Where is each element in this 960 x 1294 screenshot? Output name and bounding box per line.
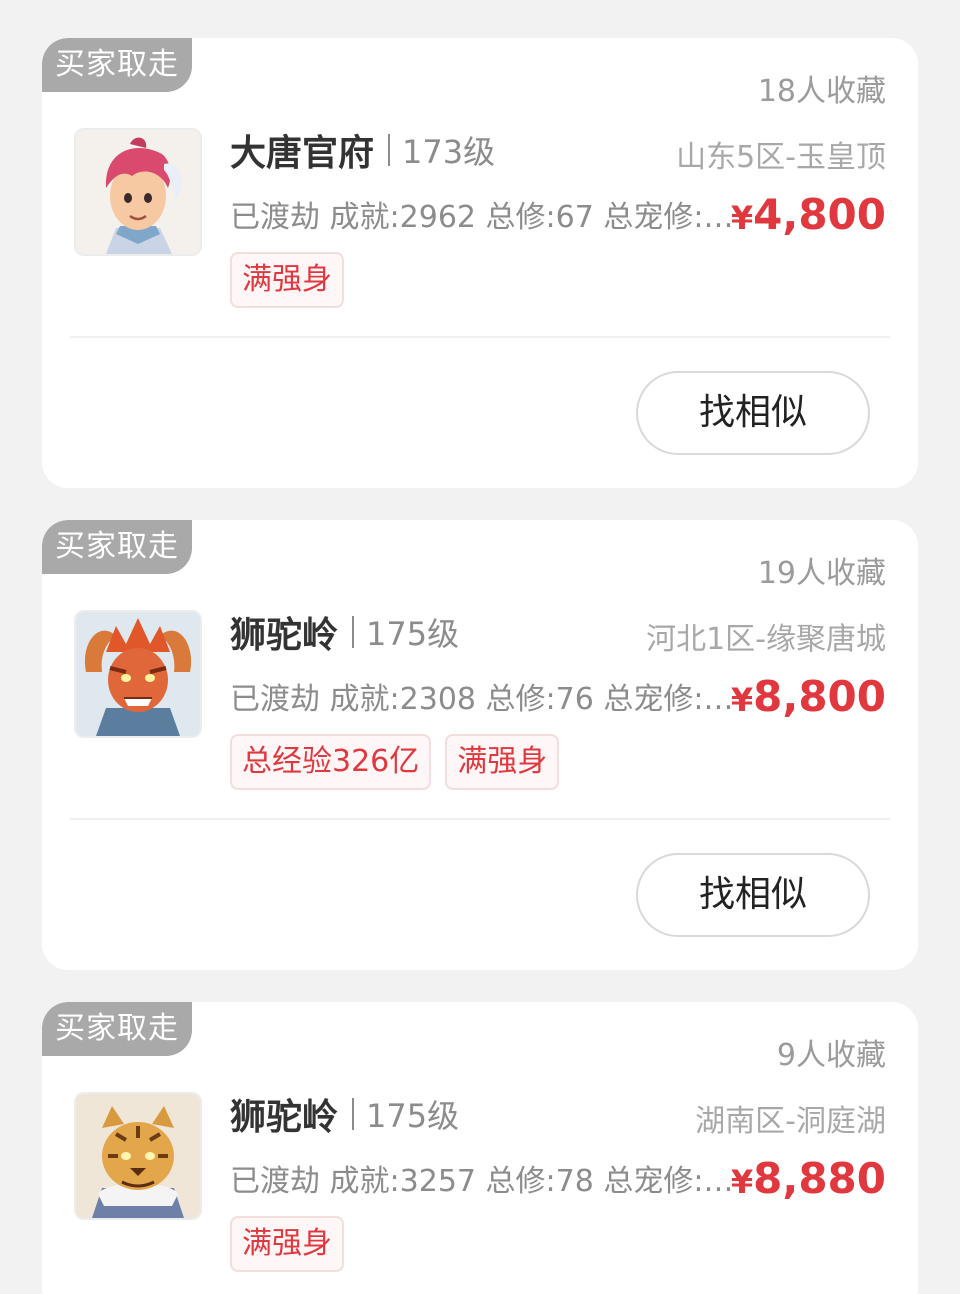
divider — [70, 336, 890, 338]
server-name: 河北1区-缘聚唐城 — [646, 622, 886, 657]
find-similar-button[interactable]: 找相似 — [636, 853, 870, 937]
find-similar-button[interactable]: 找相似 — [636, 371, 870, 455]
sold-badge: 买家取走 — [42, 520, 192, 574]
favorites-count: 9人收藏 — [776, 1038, 886, 1073]
currency-symbol: ¥ — [730, 1163, 754, 1201]
school-name: 狮驼岭 — [230, 615, 339, 656]
title-row: 大唐官府 173级 — [230, 130, 496, 174]
currency-symbol: ¥ — [730, 199, 754, 237]
shituo-tiger-avatar-icon — [74, 1092, 202, 1220]
listing-list: 买家取走 18人收藏 大唐官府 173级 山东5区-玉皇顶 已渡劫 成就:296… — [0, 0, 960, 1294]
sold-badge: 买家取走 — [42, 1002, 192, 1056]
character-level: 175级 — [366, 615, 460, 653]
title-separator — [352, 616, 355, 648]
character-level: 175级 — [366, 1097, 460, 1135]
school-name: 狮驼岭 — [230, 1097, 339, 1138]
character-summary: 已渡劫 成就:3257 总修:78 总宠修:… — [230, 1164, 734, 1199]
school-name: 大唐官府 — [230, 133, 375, 174]
price-amount: 4,800 — [753, 190, 886, 239]
title-separator — [388, 134, 391, 166]
listing-card[interactable]: 买家取走 18人收藏 大唐官府 173级 山东5区-玉皇顶 已渡劫 成就:296… — [42, 38, 918, 488]
datang-character-avatar-icon — [74, 128, 202, 256]
currency-symbol: ¥ — [730, 681, 754, 719]
tag: 满强身 — [230, 1216, 344, 1272]
price: ¥8,880 — [731, 1154, 886, 1203]
server-name: 湖南区-洞庭湖 — [695, 1104, 886, 1139]
divider — [70, 818, 890, 820]
tag: 满强身 — [445, 734, 560, 790]
tag-list: 满强身 — [230, 252, 344, 308]
price: ¥8,800 — [731, 672, 886, 721]
tag-list: 总经验326亿 满强身 — [230, 734, 560, 790]
sold-badge: 买家取走 — [42, 38, 192, 92]
shituo-red-demon-avatar-icon — [74, 610, 202, 738]
title-separator — [352, 1098, 355, 1130]
favorites-count: 18人收藏 — [757, 74, 886, 109]
price-amount: 8,800 — [753, 672, 886, 721]
price-amount: 8,880 — [753, 1154, 886, 1203]
title-row: 狮驼岭 175级 — [230, 1094, 460, 1138]
tag: 总经验326亿 — [230, 734, 432, 790]
character-summary: 已渡劫 成就:2962 总修:67 总宠修:… — [230, 200, 734, 235]
favorites-count: 19人收藏 — [757, 556, 886, 591]
tag-list: 满强身 — [230, 1216, 344, 1272]
character-level: 173级 — [402, 133, 496, 171]
price: ¥4,800 — [731, 190, 886, 239]
listing-card[interactable]: 买家取走 19人收藏 狮驼岭 175级 河北1区-缘聚唐城 已渡劫 成就:230… — [42, 520, 918, 970]
title-row: 狮驼岭 175级 — [230, 612, 460, 656]
listing-card[interactable]: 买家取走 9人收藏 狮驼岭 175级 湖南区-洞庭湖 已渡劫 成就:3257 总… — [42, 1002, 918, 1294]
tag: 满强身 — [230, 252, 344, 308]
server-name: 山东5区-玉皇顶 — [676, 140, 886, 175]
character-summary: 已渡劫 成就:2308 总修:76 总宠修:… — [230, 682, 734, 717]
